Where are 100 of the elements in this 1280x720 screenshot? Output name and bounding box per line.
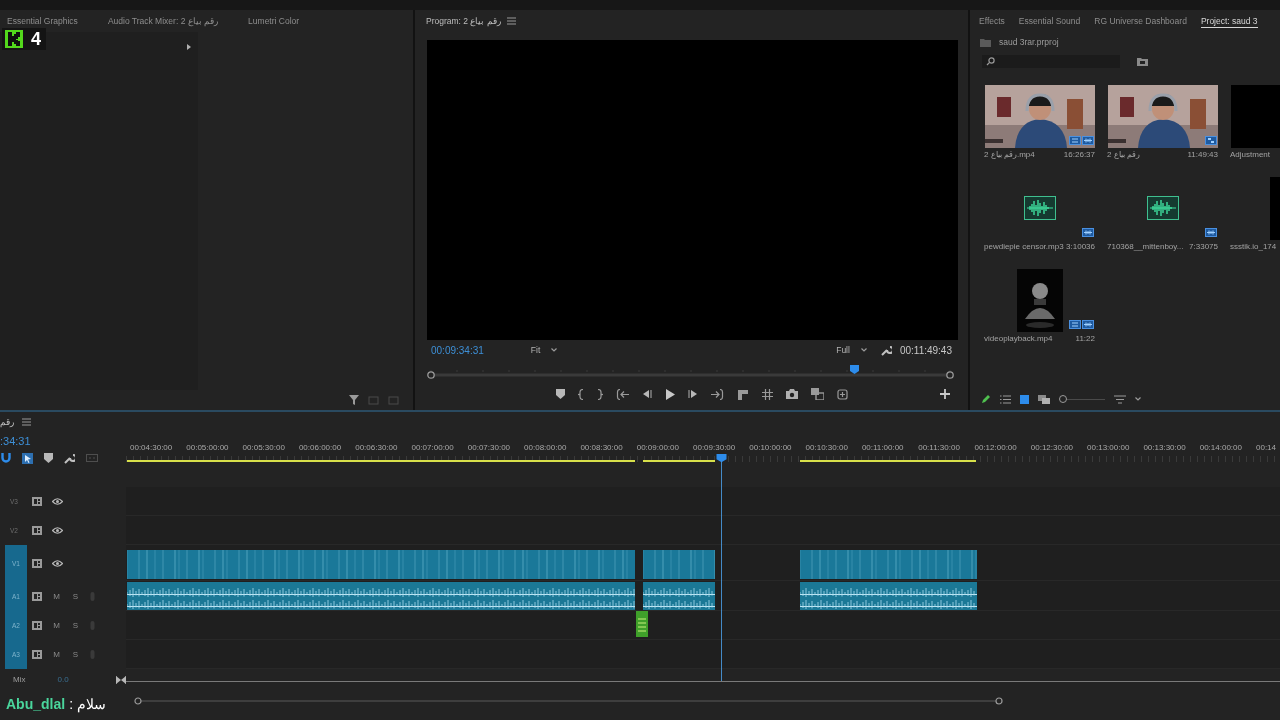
solo-button[interactable]: S [71,650,80,659]
panel-tab[interactable]: Lumetri Color [248,14,300,28]
ruler-label: 00:06:30:00 [355,443,398,452]
search-field[interactable] [982,54,1120,68]
duration-timecode: 00:11:49:43 [899,344,952,356]
go-to-in-icon[interactable] [616,388,629,400]
filmstrip-icon[interactable] [32,526,42,535]
panel-tab[interactable]: Project: saud 3 [1200,14,1258,28]
mix-value[interactable]: 0.0 [57,675,69,684]
ruler-label: 00:09:00:00 [636,443,679,452]
proxy-icon[interactable] [837,388,848,400]
filmstrip-icon[interactable] [32,558,42,568]
sort-icon[interactable] [1114,394,1126,404]
ruler-label: 00:06:00:00 [298,443,342,452]
marker-icon[interactable] [44,453,53,463]
play-icon[interactable] [665,388,675,400]
wrench-icon[interactable] [880,344,892,356]
panel-tab[interactable]: Effects [979,14,1005,28]
audio-clip[interactable] [127,582,636,610]
camera-icon[interactable] [786,389,798,399]
ruler-label: 00:07:00:00 [411,443,454,452]
compare-icon[interactable] [811,388,824,400]
filter-icon[interactable] [349,395,359,405]
menu-icon[interactable] [22,418,31,426]
caret-icon[interactable] [860,348,867,352]
eye-icon[interactable] [52,559,63,567]
ruler-label: 00:08:30:00 [580,443,623,452]
menu-icon[interactable] [506,17,516,25]
item-name[interactable]: ssstik.io_174 [1230,242,1277,251]
scrubber-track[interactable] [427,369,954,381]
caret-icon[interactable] [1135,397,1141,401]
timeline-scrollbar[interactable] [134,697,1004,705]
filmstrip-icon[interactable] [32,591,42,601]
playhead-thumb[interactable] [849,365,859,374]
item-name[interactable]: videoplayback.mp4 [984,334,1053,343]
item-name[interactable]: Adjustment [1230,150,1271,159]
chat-separator: : [69,696,73,712]
expand-triangle-icon[interactable] [186,43,192,51]
playhead[interactable] [716,454,728,681]
sequence-tab[interactable]: رقم [0,417,14,427]
video-clip[interactable] [127,550,636,579]
timeline-timecode[interactable]: :34:31 [0,432,126,450]
audio-clip[interactable] [636,611,649,637]
mark-in-icon[interactable] [578,388,584,400]
wrench-icon[interactable] [64,452,75,464]
magnet-icon[interactable] [1,453,11,463]
slider-thumb[interactable] [1059,395,1067,403]
filmstrip-icon[interactable] [32,621,42,630]
mute-button[interactable]: M [52,621,61,630]
media-badge-icon [1082,320,1094,329]
fit-icon[interactable] [116,675,126,684]
filmstrip-icon[interactable] [32,650,42,659]
item-duration: 16:26:37 [1063,150,1095,159]
filmstrip-icon[interactable] [32,497,42,506]
lift-icon[interactable] [737,388,749,400]
panel-tab[interactable]: Essential Sound [1018,14,1081,28]
grid-icon[interactable] [762,388,773,400]
video-clip[interactable] [643,550,715,579]
media-badge-icon [1205,136,1217,145]
caret-icon[interactable] [551,348,558,352]
media-badge-icon [1069,136,1081,145]
item-name[interactable]: 710368__mittenboy... [1107,242,1184,251]
ruler-label: 00:11:00:00 [861,443,904,452]
freeform-view-icon[interactable] [1038,394,1050,404]
mix-label: Mix [13,675,26,684]
resolution-dropdown[interactable]: Full [836,345,867,355]
mark-out-icon[interactable] [597,388,603,400]
solo-button[interactable]: S [71,591,80,601]
video-clip[interactable] [799,550,977,579]
mute-button[interactable]: M [52,650,61,659]
audio-clip[interactable] [643,582,715,610]
list-view-icon[interactable] [1000,394,1011,404]
mute-button[interactable]: M [52,591,61,601]
eye-icon[interactable] [52,498,63,505]
zoom-dropdown[interactable]: Fit [530,345,558,355]
media-badge-icon [1069,320,1081,329]
panel-tab[interactable]: RG Universe Dashboard [1094,14,1187,28]
step-forward-icon[interactable] [688,389,698,399]
panel-tab[interactable]: Audio Track Mixer: رقم بياع 2 [107,14,219,28]
waveform-icon [1023,196,1056,220]
new-bin-icon[interactable] [1137,56,1148,66]
panel-title[interactable]: Program: رقم بياع 2 [426,16,501,26]
cursor-icon[interactable] [22,452,33,464]
go-to-out-icon[interactable] [711,388,724,400]
panel-tab[interactable]: Essential Graphics [7,14,78,28]
pencil-icon[interactable] [981,394,991,404]
add-icon[interactable] [940,389,950,399]
add-marker-icon[interactable] [556,389,565,399]
item-duration: 7:33075 [1189,242,1218,251]
ruler-label: 00:05:30:00 [242,443,285,452]
eye-icon[interactable] [52,527,63,534]
playhead-timecode[interactable]: 00:09:34:31 [431,344,484,356]
solo-button[interactable]: S [71,621,80,630]
ruler-label: 00:04:30:00 [130,443,173,452]
icon-view-icon[interactable] [1020,394,1029,404]
audio-clip[interactable] [799,582,977,610]
step-back-icon[interactable] [642,389,652,399]
item-name[interactable]: رقم بياع 2 [1107,150,1140,159]
item-name[interactable]: رقم بياع 2.mp4 [984,150,1035,159]
item-name[interactable]: pewdiepie censor.mp3 [984,242,1064,251]
